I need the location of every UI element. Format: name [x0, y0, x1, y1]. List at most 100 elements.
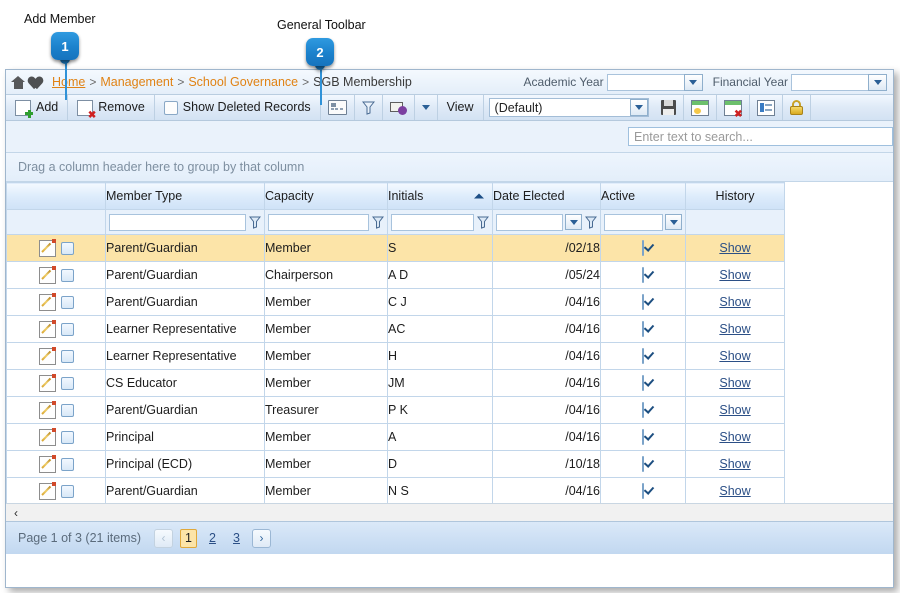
filter-input-capacity[interactable]: [268, 213, 369, 231]
pagination-page-3[interactable]: 3: [228, 529, 245, 548]
academic-year-input[interactable]: [606, 73, 685, 91]
active-checkbox[interactable]: [642, 375, 644, 391]
delete-view-button[interactable]: [717, 95, 750, 120]
history-show-link[interactable]: Show: [719, 268, 750, 282]
filter-date-dropdown-button[interactable]: [565, 214, 582, 230]
history-show-link[interactable]: Show: [719, 349, 750, 363]
show-deleted-records-label: Show Deleted Records: [182, 100, 311, 115]
pagination-prev-button[interactable]: ‹: [153, 528, 173, 548]
edit-row-icon[interactable]: [38, 319, 56, 338]
edit-row-icon[interactable]: [38, 454, 56, 473]
column-header-date-elected[interactable]: Date Elected: [492, 182, 601, 210]
active-checkbox[interactable]: [642, 267, 644, 283]
filter-active-dropdown-button[interactable]: [665, 214, 682, 230]
history-show-link[interactable]: Show: [719, 295, 750, 309]
pagination-page-1[interactable]: 1: [179, 528, 197, 548]
group-by-panel[interactable]: Drag a column header here to group by th…: [6, 153, 893, 182]
column-header-capacity[interactable]: Capacity: [264, 182, 388, 210]
edit-row-icon[interactable]: [38, 427, 56, 446]
active-checkbox[interactable]: [642, 240, 644, 256]
export-button[interactable]: [383, 95, 415, 120]
row-select-checkbox[interactable]: [60, 268, 74, 282]
table-row[interactable]: Parent/Guardian Member S/02/18 Show: [6, 234, 785, 262]
row-select-checkbox[interactable]: [60, 457, 74, 471]
export-dropdown-button[interactable]: [415, 95, 438, 120]
table-row[interactable]: CS Educator Member JM/04/16 Show: [6, 369, 785, 397]
active-checkbox[interactable]: [642, 429, 644, 445]
column-chooser-button[interactable]: [321, 95, 355, 120]
financial-year-dropdown-button[interactable]: [868, 73, 887, 91]
edit-row-icon[interactable]: [38, 481, 56, 500]
home-icon[interactable]: [10, 75, 27, 90]
row-select-checkbox[interactable]: [60, 322, 74, 336]
history-show-link[interactable]: Show: [719, 457, 750, 471]
history-show-link[interactable]: Show: [719, 376, 750, 390]
row-select-checkbox[interactable]: [60, 403, 74, 417]
edit-row-icon[interactable]: [38, 400, 56, 419]
column-header-active[interactable]: Active: [600, 182, 686, 210]
view-select-dropdown-button[interactable]: [629, 99, 648, 116]
new-view-button[interactable]: [684, 95, 717, 120]
funnel-filter-icon[interactable]: [476, 216, 490, 229]
horizontal-scrollbar[interactable]: ‹: [6, 503, 893, 521]
table-row[interactable]: Learner Representative Member AC/04/16 Show: [6, 315, 785, 343]
row-select-checkbox[interactable]: [60, 349, 74, 363]
breadcrumb-item-home[interactable]: Home: [51, 75, 86, 89]
save-view-button[interactable]: [654, 95, 684, 120]
table-row[interactable]: Learner Representative Member H/04/16 Show: [6, 342, 785, 370]
pagination-next-button[interactable]: ›: [251, 528, 271, 548]
view-select[interactable]: (Default): [488, 98, 649, 117]
view-properties-button[interactable]: [750, 95, 783, 120]
filter-input-initials[interactable]: [391, 213, 474, 231]
active-checkbox[interactable]: [642, 483, 644, 499]
breadcrumb-item-management[interactable]: Management: [99, 75, 174, 89]
row-select-checkbox[interactable]: [60, 241, 74, 255]
edit-row-icon[interactable]: [38, 238, 56, 257]
edit-row-icon[interactable]: [38, 292, 56, 311]
edit-row-icon[interactable]: [38, 265, 56, 284]
history-show-link[interactable]: Show: [719, 484, 750, 498]
table-row[interactable]: Principal (ECD) Member D/10/18 Show: [6, 450, 785, 478]
scroll-left-icon[interactable]: ‹: [8, 505, 24, 521]
pagination-page-2[interactable]: 2: [204, 529, 221, 548]
academic-year-dropdown-button[interactable]: [683, 73, 703, 91]
filter-button[interactable]: [355, 95, 383, 120]
active-checkbox[interactable]: [642, 456, 644, 472]
column-header-member-type[interactable]: Member Type: [105, 182, 265, 210]
heart-icon[interactable]: [28, 74, 46, 90]
row-select-checkbox[interactable]: [60, 295, 74, 309]
active-checkbox[interactable]: [642, 321, 644, 337]
table-row[interactable]: Parent/Guardian Chairperson A D/05/24 Show: [6, 261, 785, 289]
breadcrumb-item-school-governance[interactable]: School Governance: [187, 75, 299, 89]
row-select-checkbox[interactable]: [60, 484, 74, 498]
row-select-checkbox[interactable]: [60, 376, 74, 390]
financial-year-input[interactable]: [791, 73, 869, 91]
row-select-checkbox[interactable]: [60, 430, 74, 444]
history-show-link[interactable]: Show: [719, 241, 750, 255]
filter-input-active[interactable]: [604, 213, 663, 231]
lock-view-button[interactable]: [783, 95, 811, 120]
active-checkbox[interactable]: [642, 402, 644, 418]
active-checkbox[interactable]: [642, 294, 644, 310]
funnel-filter-icon[interactable]: [371, 216, 385, 229]
active-checkbox[interactable]: [642, 348, 644, 364]
table-row[interactable]: Parent/Guardian Treasurer P K/04/16 Show: [6, 396, 785, 424]
remove-button[interactable]: Remove: [68, 95, 155, 121]
column-header-initials[interactable]: Initials: [387, 182, 493, 210]
history-show-link[interactable]: Show: [719, 403, 750, 417]
add-button[interactable]: Add: [6, 95, 69, 120]
filter-input-member-type[interactable]: [109, 213, 246, 231]
edit-row-icon[interactable]: [38, 346, 56, 365]
funnel-filter-icon[interactable]: [584, 216, 598, 229]
edit-row-icon[interactable]: [38, 373, 56, 392]
history-show-link[interactable]: Show: [719, 322, 750, 336]
column-header-history[interactable]: History: [685, 182, 785, 210]
search-input[interactable]: [628, 127, 893, 146]
table-row[interactable]: Parent/Guardian Member N S/04/16 Show: [6, 477, 785, 505]
table-row[interactable]: Parent/Guardian Member C J/04/16 Show: [6, 288, 785, 316]
table-row[interactable]: Principal Member A/04/16 Show: [6, 423, 785, 451]
filter-input-date-elected[interactable]: [496, 213, 563, 231]
show-deleted-records-checkbox[interactable]: Show Deleted Records: [155, 95, 321, 120]
history-show-link[interactable]: Show: [719, 430, 750, 444]
funnel-filter-icon[interactable]: [248, 216, 262, 229]
